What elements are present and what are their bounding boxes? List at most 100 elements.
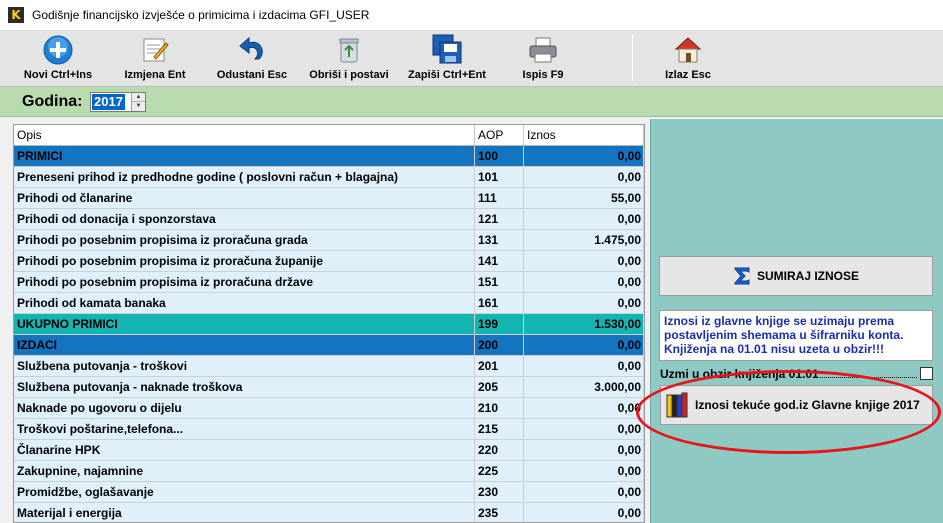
table-row[interactable]: IZDACI 200 0,00 <box>14 335 644 356</box>
cell-opis[interactable]: Službena putovanja - naknade troškova <box>14 377 475 397</box>
cell-iznos[interactable]: 1.530,00 <box>524 314 644 334</box>
cell-iznos[interactable]: 0,00 <box>524 167 644 187</box>
cell-opis[interactable]: Troškovi poštarine,telefona... <box>14 419 475 439</box>
cell-opis[interactable]: Zakupnine, najamnine <box>14 461 475 481</box>
table-row[interactable]: PRIMICI 100 0,00 <box>14 146 644 167</box>
cell-opis[interactable]: Članarine HPK <box>14 440 475 460</box>
new-button[interactable]: Novi Ctrl+Ins <box>20 33 96 85</box>
cell-aop[interactable]: 205 <box>475 377 524 397</box>
sum-amounts-label: SUMIRAJ IZNOSE <box>756 269 859 283</box>
cell-aop[interactable]: 151 <box>475 272 524 292</box>
table-row[interactable]: Službena putovanja - naknade troškova 205… <box>14 377 644 398</box>
spin-down-icon[interactable]: ▼ <box>132 102 145 111</box>
cell-iznos[interactable]: 0,00 <box>524 293 644 313</box>
cell-opis[interactable]: IZDACI <box>14 335 475 355</box>
cell-iznos[interactable]: 55,00 <box>524 188 644 208</box>
cell-iznos[interactable]: 1.475,00 <box>524 230 644 250</box>
cell-aop[interactable]: 100 <box>475 146 524 166</box>
cell-opis[interactable]: Materijal i energija <box>14 503 475 522</box>
cell-iznos[interactable]: 0,00 <box>524 251 644 271</box>
year-spin-buttons[interactable]: ▲ ▼ <box>131 93 145 111</box>
table-row[interactable]: Službena putovanja - troškovi 201 0,00 <box>14 356 644 377</box>
cell-iznos[interactable]: 0,00 <box>524 356 644 376</box>
cell-iznos[interactable]: 0,00 <box>524 503 644 522</box>
toolbar: Novi Ctrl+Ins Izmjena Ent Odustani Esc O… <box>0 31 943 87</box>
cell-iznos[interactable]: 0,00 <box>524 440 644 460</box>
cell-opis[interactable]: Službena putovanja - troškovi <box>14 356 475 376</box>
column-header-opis[interactable]: Opis <box>14 125 475 145</box>
edit-button[interactable]: Izmjena Ent <box>117 33 193 85</box>
cell-aop[interactable]: 131 <box>475 230 524 250</box>
exit-button-label: Izlaz Esc <box>665 69 711 81</box>
cell-opis[interactable]: Naknade po ugovoru o dijelu <box>14 398 475 418</box>
year-spinner[interactable]: 2017 ▲ ▼ <box>90 92 146 112</box>
column-header-aop[interactable]: AOP <box>475 125 524 145</box>
table-row[interactable]: Preneseni prihod iz predhodne godine ( p… <box>14 167 644 188</box>
cell-opis[interactable]: PRIMICI <box>14 146 475 166</box>
cell-iznos[interactable]: 0,00 <box>524 335 644 355</box>
spin-up-icon[interactable]: ▲ <box>132 93 145 102</box>
cell-aop[interactable]: 210 <box>475 398 524 418</box>
year-bar: Godina: 2017 ▲ ▼ <box>0 87 943 117</box>
cell-opis[interactable]: Prihodi po posebnim propisima iz proraču… <box>14 251 475 271</box>
delete-button-label: Obriši i postavi <box>309 69 389 81</box>
cell-iznos[interactable]: 0,00 <box>524 272 644 292</box>
table-body: PRIMICI 100 0,00 Preneseni prihod iz predho… <box>14 146 644 522</box>
table-row[interactable]: Materijal i energija 235 0,00 <box>14 503 644 522</box>
cell-aop[interactable]: 235 <box>475 503 524 522</box>
cell-iznos[interactable]: 0,00 <box>524 461 644 481</box>
cell-opis[interactable]: Prihodi po posebnim propisima iz proraču… <box>14 230 475 250</box>
cell-iznos[interactable]: 3.000,00 <box>524 377 644 397</box>
table-row[interactable]: Prihodi po posebnim propisima iz proraču… <box>14 230 644 251</box>
cell-opis[interactable]: Promidžbe, oglašavanje <box>14 482 475 502</box>
sum-amounts-button[interactable]: SUMIRAJ IZNOSE <box>659 256 933 296</box>
cancel-button[interactable]: Odustani Esc <box>212 33 292 85</box>
cell-aop[interactable]: 220 <box>475 440 524 460</box>
cell-opis[interactable]: Prihodi od članarine <box>14 188 475 208</box>
cell-aop[interactable]: 161 <box>475 293 524 313</box>
cell-aop[interactable]: 200 <box>475 335 524 355</box>
cell-opis[interactable]: Prihodi po posebnim propisima iz proraču… <box>14 272 475 292</box>
table-row[interactable]: Troškovi poštarine,telefona... 215 0,00 <box>14 419 644 440</box>
table-row[interactable]: Prihodi od kamata banaka 161 0,00 <box>14 293 644 314</box>
cell-opis[interactable]: Prihodi od kamata banaka <box>14 293 475 313</box>
table-row[interactable]: Prihodi po posebnim propisima iz proraču… <box>14 272 644 293</box>
cell-aop[interactable]: 101 <box>475 167 524 187</box>
report-table[interactable]: Opis AOP Iznos PRIMICI 100 0,00 Preneseni p… <box>13 124 645 523</box>
save-button-label: Zapiši Ctrl+Ent <box>408 69 486 81</box>
cell-opis[interactable]: Prihodi od donacija i sponzorstava <box>14 209 475 229</box>
cell-aop[interactable]: 141 <box>475 251 524 271</box>
column-header-iznos[interactable]: Iznos <box>524 125 644 145</box>
table-row[interactable]: Članarine HPK 220 0,00 <box>14 440 644 461</box>
jan1-checkbox[interactable] <box>920 367 933 380</box>
print-button[interactable]: Ispis F9 <box>512 33 574 85</box>
cell-iznos[interactable]: 0,00 <box>524 482 644 502</box>
cell-aop[interactable]: 199 <box>475 314 524 334</box>
table-row[interactable]: UKUPNO PRIMICI 199 1.530,00 <box>14 314 644 335</box>
table-row[interactable]: Prihodi od članarine 111 55,00 <box>14 188 644 209</box>
save-button[interactable]: Zapiši Ctrl+Ent <box>405 33 489 85</box>
cell-aop[interactable]: 225 <box>475 461 524 481</box>
year-value[interactable]: 2017 <box>92 94 125 110</box>
cell-aop[interactable]: 201 <box>475 356 524 376</box>
table-row[interactable]: Naknade po ugovoru o dijelu 210 0,00 <box>14 398 644 419</box>
cell-iznos[interactable]: 0,00 <box>524 419 644 439</box>
cell-aop[interactable]: 111 <box>475 188 524 208</box>
table-row[interactable]: Prihodi po posebnim propisima iz proraču… <box>14 251 644 272</box>
table-row[interactable]: Promidžbe, oglašavanje 230 0,00 <box>14 482 644 503</box>
cell-opis[interactable]: UKUPNO PRIMICI <box>14 314 475 334</box>
cell-opis[interactable]: Preneseni prihod iz predhodne godine ( p… <box>14 167 475 187</box>
cell-iznos[interactable]: 0,00 <box>524 209 644 229</box>
table-row[interactable]: Zakupnine, najamnine 225 0,00 <box>14 461 644 482</box>
cell-iznos[interactable]: 0,00 <box>524 398 644 418</box>
table-row[interactable]: Prihodi od donacija i sponzorstava 121 0,0… <box>14 209 644 230</box>
cell-aop[interactable]: 215 <box>475 419 524 439</box>
home-icon <box>674 37 702 63</box>
exit-button[interactable]: Izlaz Esc <box>652 33 724 85</box>
cell-aop[interactable]: 230 <box>475 482 524 502</box>
print-button-label: Ispis F9 <box>522 69 564 81</box>
cancel-button-label: Odustani Esc <box>216 69 288 81</box>
cell-iznos[interactable]: 0,00 <box>524 146 644 166</box>
cell-aop[interactable]: 121 <box>475 209 524 229</box>
delete-button[interactable]: Obriši i postavi <box>304 33 394 85</box>
